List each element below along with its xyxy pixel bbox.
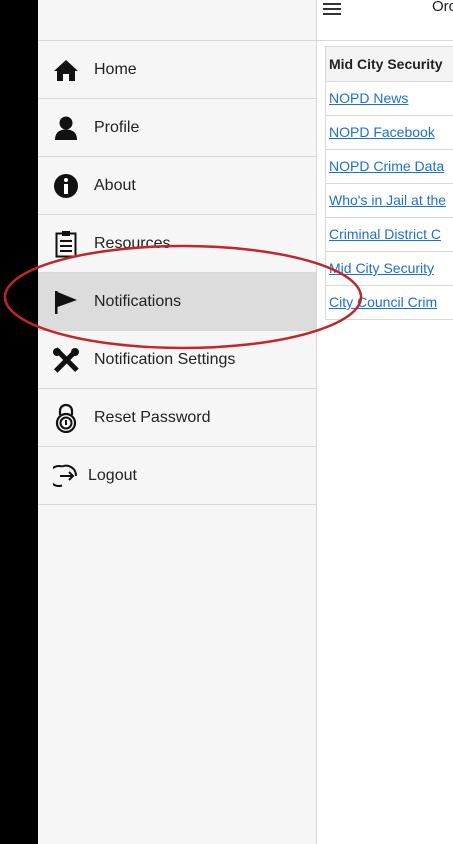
top-bar: Orc: [317, 0, 453, 41]
menu-label-about: About: [94, 176, 136, 194]
menu-label-resources: Resources: [94, 234, 171, 252]
page-title: Orc: [432, 0, 453, 15]
link-city-council-crime[interactable]: City Council Crim: [326, 286, 453, 319]
clipboard-icon: [52, 230, 80, 258]
menu-label-logout: Logout: [88, 466, 137, 484]
logout-icon: [52, 462, 80, 490]
menu-label-profile: Profile: [94, 118, 140, 136]
list-header: Mid City Security: [326, 47, 453, 82]
info-icon: [52, 172, 80, 200]
link-criminal-district[interactable]: Criminal District C: [326, 218, 453, 252]
link-nopd-facebook[interactable]: NOPD Facebook: [326, 116, 453, 150]
menu-item-profile[interactable]: Profile: [38, 99, 316, 157]
main-content: Orc Mid City Security NOPD News NOPD Fac…: [317, 0, 453, 844]
home-icon: [52, 56, 80, 84]
side-menu: Home Profile About Resources Notificatio…: [38, 0, 317, 844]
menu-item-notifications[interactable]: Notifications: [38, 273, 316, 331]
menu-item-about[interactable]: About: [38, 157, 316, 215]
menu-label-home: Home: [94, 60, 137, 78]
tools-icon: [52, 346, 80, 374]
menu-item-logout[interactable]: Logout: [38, 447, 316, 505]
sidebar-header: [38, 0, 316, 41]
hamburger-menu-icon[interactable]: [323, 0, 341, 15]
menu-label-reset-password: Reset Password: [94, 408, 211, 426]
menu-label-notification-settings: Notification Settings: [94, 350, 236, 368]
device-frame: [0, 0, 38, 844]
menu-item-notification-settings[interactable]: Notification Settings: [38, 331, 316, 389]
menu-label-notifications: Notifications: [94, 292, 182, 310]
lock-icon: [52, 403, 80, 433]
security-links-list: Mid City Security NOPD News NOPD Faceboo…: [325, 46, 453, 320]
link-nopd-news[interactable]: NOPD News: [326, 82, 453, 116]
link-whos-in-jail[interactable]: Who's in Jail at the: [326, 184, 453, 218]
link-nopd-crime-data[interactable]: NOPD Crime Data: [326, 150, 453, 184]
person-icon: [52, 114, 80, 142]
flag-icon: [52, 288, 80, 316]
menu-item-home[interactable]: Home: [38, 41, 316, 99]
menu-item-resources[interactable]: Resources: [38, 215, 316, 273]
menu-item-reset-password[interactable]: Reset Password: [38, 389, 316, 447]
link-mid-city-security[interactable]: Mid City Security: [326, 252, 453, 286]
